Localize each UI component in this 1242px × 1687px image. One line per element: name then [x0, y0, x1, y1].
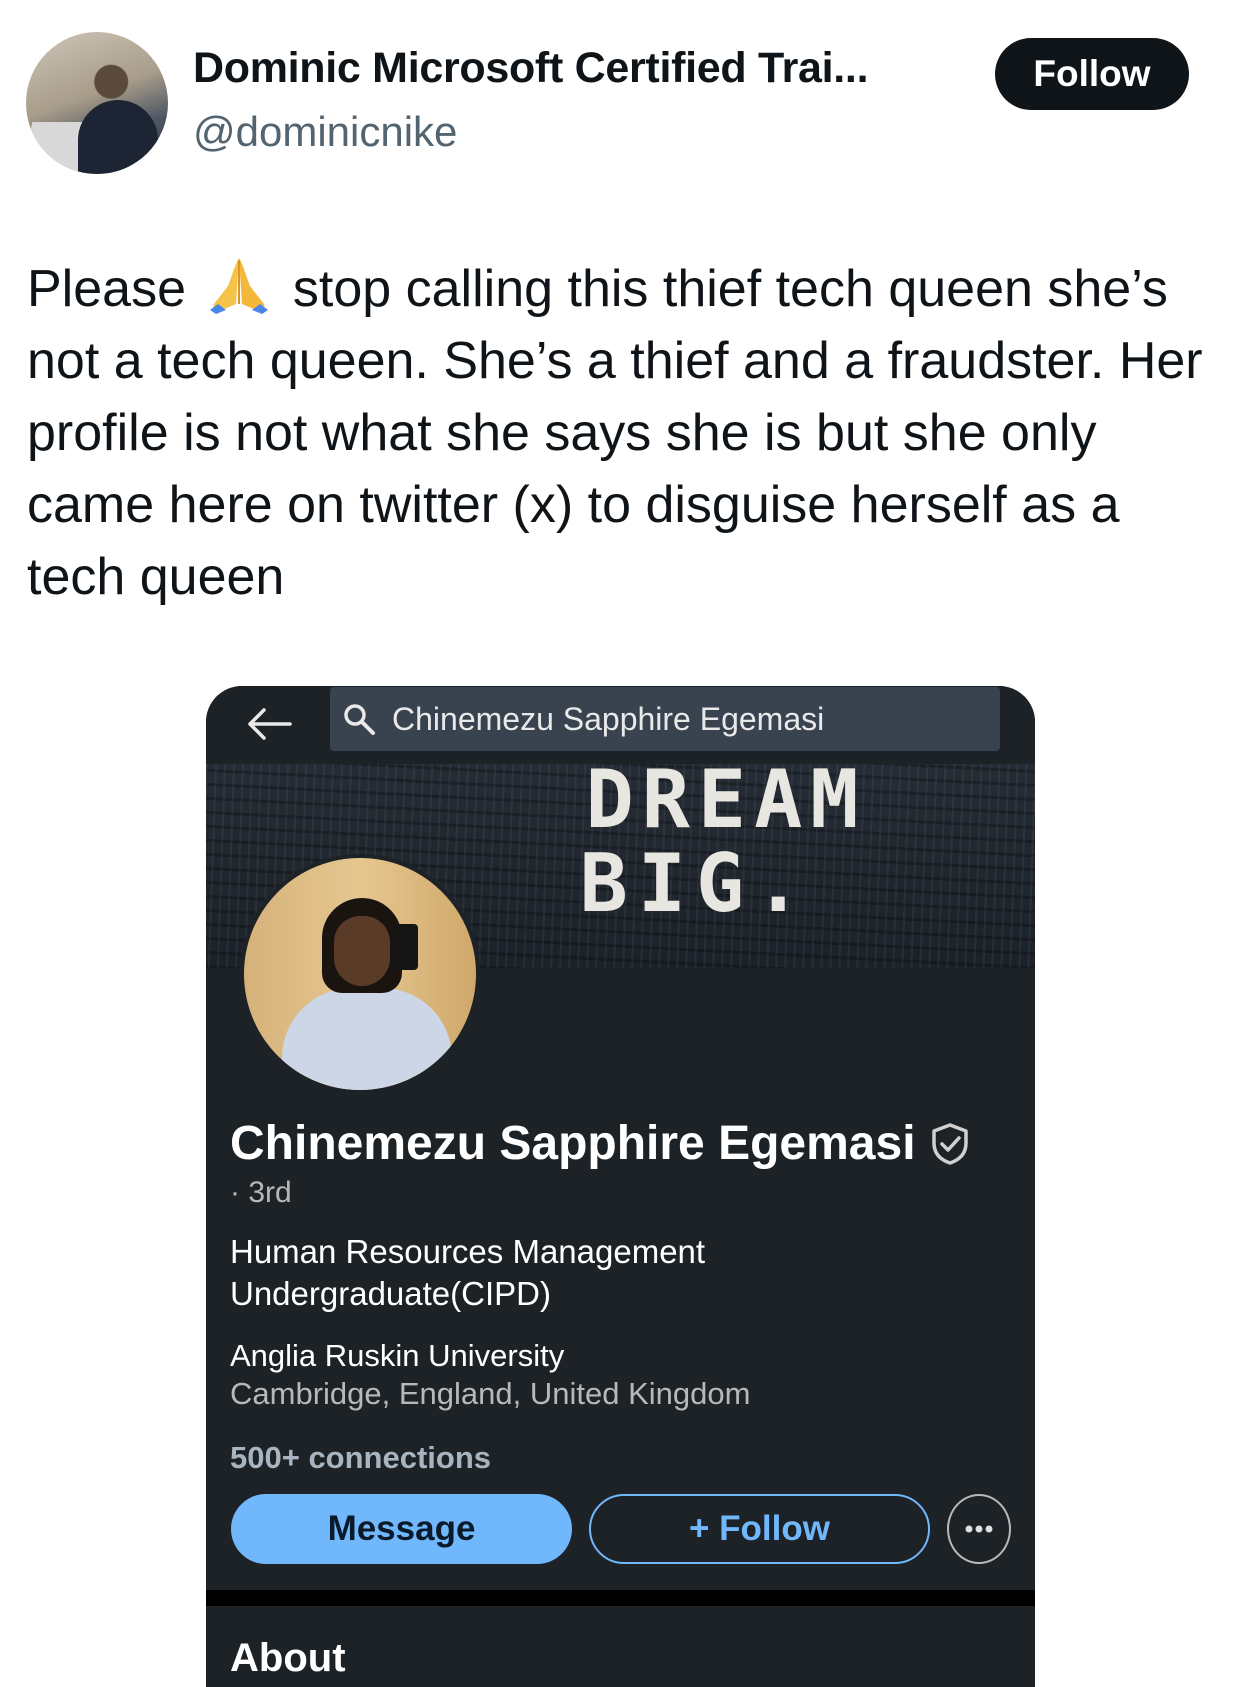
- section-divider: [206, 1590, 1035, 1606]
- banner-line-1: DREAM: [585, 764, 867, 846]
- back-arrow-icon[interactable]: [246, 706, 292, 742]
- tweet-page: Dominic Microsoft Certified Trai... @dom…: [0, 0, 1242, 1687]
- ellipsis-icon: [965, 1525, 993, 1533]
- tweet-text-rest: stop calling this thief tech queen she’s…: [27, 260, 1203, 606]
- connection-degree: · 3rd: [230, 1176, 292, 1209]
- embedded-profile-screenshot[interactable]: Chinemezu Sapphire Egemasi DREAM BIG. Ch…: [206, 686, 1035, 1687]
- banner-line-2: BIG.: [579, 837, 813, 930]
- profile-location: Cambridge, England, United Kingdom: [230, 1376, 751, 1411]
- folded-hands-icon: [210, 258, 269, 314]
- profile-name-row: Chinemezu Sapphire Egemasi: [230, 1116, 970, 1171]
- photo-shirt: [282, 988, 452, 1090]
- profile-photo[interactable]: [240, 854, 480, 1094]
- search-icon: [344, 704, 375, 735]
- more-options-button[interactable]: [947, 1494, 1011, 1564]
- tweet-text-start: Please: [27, 260, 186, 318]
- banner-chalk-text: DREAM BIG.: [546, 764, 906, 926]
- profile-search-bar[interactable]: Chinemezu Sapphire Egemasi: [330, 687, 1000, 751]
- profile-school[interactable]: Anglia Ruskin University: [230, 1338, 564, 1374]
- message-button[interactable]: Message: [231, 1494, 572, 1564]
- verified-shield-icon[interactable]: [930, 1122, 970, 1166]
- photo-phone: [394, 924, 418, 970]
- photo-face: [334, 916, 390, 986]
- profile-headline: Human Resources Management Undergraduate…: [230, 1233, 706, 1312]
- about-section-title: About: [230, 1636, 346, 1680]
- author-handle[interactable]: @dominicnike: [193, 108, 457, 156]
- follow-button[interactable]: Follow: [995, 38, 1189, 110]
- tweet-text: Please stop calling this thief tech quee…: [27, 253, 1227, 613]
- search-query-text: Chinemezu Sapphire Egemasi: [392, 700, 825, 737]
- profile-connections[interactable]: 500+ connections: [230, 1440, 491, 1476]
- profile-top-bar: Chinemezu Sapphire Egemasi: [206, 686, 1035, 764]
- profile-name: Chinemezu Sapphire Egemasi: [230, 1117, 916, 1170]
- author-name[interactable]: Dominic Microsoft Certified Trai...: [193, 44, 869, 93]
- author-avatar[interactable]: [26, 32, 168, 174]
- avatar-figure: [78, 100, 158, 174]
- profile-follow-button[interactable]: + Follow: [589, 1494, 930, 1564]
